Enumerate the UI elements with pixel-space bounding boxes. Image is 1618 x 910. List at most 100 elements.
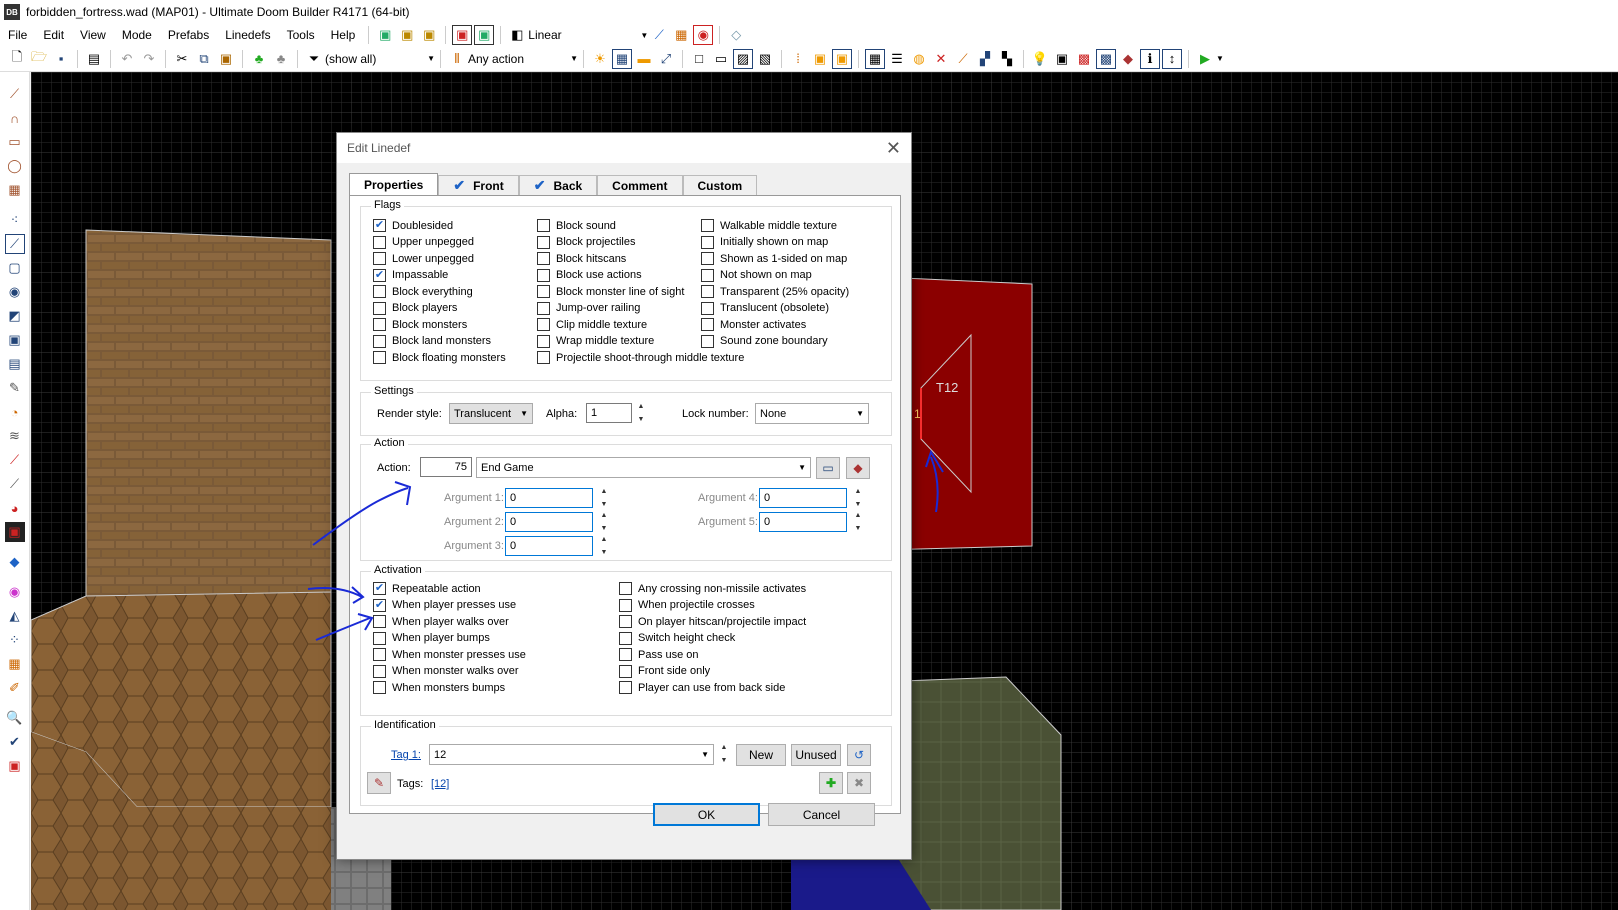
view-floor-icon[interactable]: ▨ <box>733 48 753 69</box>
action-select[interactable]: End Game ▼ <box>476 457 811 478</box>
view-ceiling-icon[interactable]: ▧ <box>755 49 775 69</box>
checkbox-icon[interactable] <box>537 301 550 315</box>
tree-icon[interactable]: ♣ <box>249 49 269 69</box>
snap-icon[interactable]: ▦ <box>671 25 691 45</box>
slope-icon[interactable]: ◭ <box>5 606 25 626</box>
flag-block-players[interactable]: Block players <box>373 301 457 315</box>
edit-selection-icon[interactable]: ▣ <box>5 330 25 350</box>
model-icon[interactable]: ▣ <box>1052 49 1072 69</box>
menu-prefabs[interactable]: Prefabs <box>160 24 217 46</box>
activation-player-can-use-from-back-side[interactable]: Player can use from back side <box>619 681 785 694</box>
script-icon[interactable]: ▣ <box>5 756 25 776</box>
cube-icon[interactable]: ◆ <box>5 552 25 572</box>
tag-select[interactable]: 12 ▼ <box>429 744 714 765</box>
tree-gray-icon[interactable]: ♣ <box>271 49 291 69</box>
flag-clip-middle-texture[interactable]: Clip middle texture <box>537 318 647 331</box>
menu-tools[interactable]: Tools <box>279 24 323 46</box>
tab-properties[interactable]: Properties <box>349 173 439 195</box>
tags-list-link[interactable]: [12] <box>431 778 449 790</box>
checkbox-icon[interactable] <box>373 235 386 249</box>
checkbox-icon[interactable] <box>619 631 632 645</box>
new-map-icon[interactable]: 🗋 <box>7 49 27 69</box>
activation-on-player-hitscan-projectile-impact[interactable]: On player hitscan/projectile impact <box>619 615 806 628</box>
things-filter-dropdown[interactable]: (show all) ▼ <box>325 52 435 66</box>
layers-icon[interactable]: ▣ <box>810 49 830 69</box>
activation-when-player-walks-over[interactable]: When player walks over <box>373 615 509 628</box>
sectors-mode-icon[interactable]: ▢ <box>5 258 25 278</box>
checkbox-icon[interactable]: ✔ <box>373 582 386 595</box>
toolbar-icon-a[interactable]: ▣ <box>375 25 395 45</box>
undo-icon[interactable]: ↶ <box>117 49 137 69</box>
marker-icon[interactable]: ◉ <box>693 25 714 45</box>
remove-tag-button[interactable]: ✖ <box>847 772 871 794</box>
sector-brick[interactable] <box>85 229 332 621</box>
line-tool-icon[interactable]: ⟋ <box>5 450 25 470</box>
zoom-fit-icon[interactable]: ⤢ <box>656 49 676 69</box>
view-brightness-icon[interactable]: ▭ <box>711 49 731 69</box>
flag-jump-over-railing[interactable]: Jump-over railing <box>537 301 640 315</box>
cut-icon[interactable]: ✂ <box>172 49 192 69</box>
flag-walkable-middle-texture[interactable]: Walkable middle texture <box>701 219 837 232</box>
draw-grid-icon[interactable]: ▦ <box>5 180 25 200</box>
flag-upper-unpegged[interactable]: Upper unpegged <box>373 235 474 249</box>
sector-edit-icon[interactable]: ▤ <box>5 354 25 374</box>
activation-when-player-presses-use[interactable]: ✔ When player presses use <box>373 598 516 612</box>
toolbar-icon-d[interactable]: ▣ <box>452 25 473 45</box>
grid-toggle-icon[interactable]: ▦ <box>865 48 885 69</box>
snap-grid-icon[interactable]: ▞ <box>975 49 995 69</box>
activation-when-player-bumps[interactable]: When player bumps <box>373 631 490 645</box>
checkbox-icon[interactable] <box>373 252 386 265</box>
checkbox-icon[interactable] <box>373 681 386 694</box>
flag-impassable[interactable]: ✔ Impassable <box>373 268 448 282</box>
cancel-button[interactable]: Cancel <box>768 803 875 826</box>
checkbox-icon[interactable] <box>537 318 550 331</box>
copy-icon[interactable]: ⧉ <box>194 49 214 69</box>
toolbar-icon-e[interactable]: ▣ <box>474 25 495 45</box>
flag-translucent-obsolete[interactable]: Translucent (obsolete) <box>701 301 829 315</box>
checkbox-icon[interactable] <box>537 219 550 232</box>
checkbox-icon[interactable]: ✔ <box>373 219 386 232</box>
argument-2-spinner[interactable]: ▲ ▼ <box>599 512 609 532</box>
curve-icon[interactable]: ⟋ <box>649 25 669 45</box>
checkbox-icon[interactable] <box>373 285 386 298</box>
sky-icon[interactable]: ▩ <box>1096 48 1116 69</box>
play-icon[interactable]: ▶ <box>1195 49 1215 69</box>
flag-lower-unpegged[interactable]: Lower unpegged <box>373 252 474 265</box>
menu-file[interactable]: File <box>0 24 35 46</box>
argument-4-spinner[interactable]: ▲ ▼ <box>853 488 863 508</box>
flag-monster-activates[interactable]: Monster activates <box>701 318 806 331</box>
wand-icon[interactable]: ⟋ <box>953 49 973 69</box>
tools-icon[interactable]: ✕ <box>931 49 951 69</box>
merge-icon[interactable]: ⁞ <box>788 49 808 69</box>
activation-repeatable-action[interactable]: ✔ Repeatable action <box>373 582 481 595</box>
argument-4-input[interactable]: 0 <box>759 488 847 508</box>
flag-not-shown-on-map[interactable]: Not shown on map <box>701 268 812 282</box>
sound-env-icon[interactable]: ◕ <box>5 498 25 518</box>
alpha-spinner[interactable]: ▲ ▼ <box>636 403 646 423</box>
check-icon[interactable]: ✔ <box>5 732 25 752</box>
linedefs-mode-icon[interactable]: ⟋ <box>4 234 25 254</box>
erase-tags-button[interactable]: ✎ <box>367 772 391 794</box>
visual-mode-icon[interactable]: ◩ <box>5 306 25 326</box>
menu-help[interactable]: Help <box>323 24 364 46</box>
checkbox-icon[interactable] <box>373 615 386 628</box>
lock-number-select[interactable]: None ▼ <box>755 403 869 424</box>
tag-icon[interactable]: ◇ <box>726 25 746 45</box>
tab-back[interactable]: ✔ Back <box>518 175 598 195</box>
activation-when-monster-presses-use[interactable]: When monster presses use <box>373 648 526 661</box>
checkbox-icon[interactable]: ✔ <box>373 268 386 282</box>
checkbox-icon[interactable]: ✔ <box>373 598 386 612</box>
brush-icon[interactable]: ✐ <box>5 678 25 698</box>
layers-mode-icon[interactable]: ≋ <box>5 426 25 446</box>
render-style-select[interactable]: Translucent ▼ <box>449 403 533 424</box>
alpha-input[interactable]: 1 <box>586 403 632 423</box>
menu-linedefs[interactable]: Linedefs <box>217 24 278 46</box>
argument-3-input[interactable]: 0 <box>505 536 593 556</box>
checkbox-icon[interactable] <box>537 334 550 348</box>
flag-block-monsters[interactable]: Block monsters <box>373 318 467 331</box>
toolbar-icon-c[interactable]: ▣ <box>419 25 439 45</box>
scatter-icon[interactable]: ⁘ <box>5 630 25 650</box>
activation-front-side-only[interactable]: Front side only <box>619 664 710 678</box>
doom-icon[interactable]: ▣ <box>4 522 25 542</box>
checkbox-icon[interactable] <box>373 318 386 331</box>
